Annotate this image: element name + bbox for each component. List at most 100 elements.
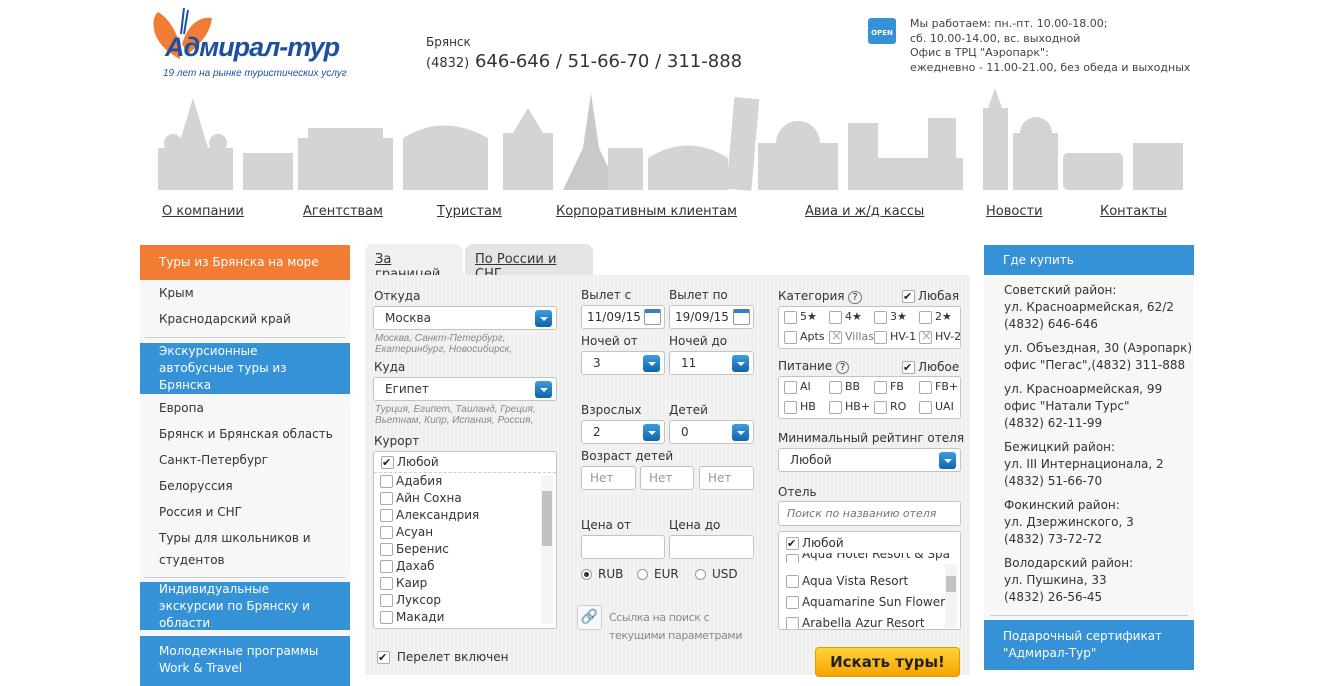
sidebar-bus-tours[interactable]: Экскурсионные автобусные туры из Брянска — [140, 343, 350, 394]
to-label: Куда — [374, 360, 406, 374]
hotel-scrollbar[interactable] — [945, 564, 957, 628]
nav-contacts[interactable]: Контакты — [1100, 204, 1167, 219]
sidebar-item-bryansk[interactable]: Брянск и Брянская область — [159, 423, 333, 445]
category-option[interactable]: HV-1 — [874, 330, 916, 344]
address-natali: ул. Красноармейская, 99 офис "Натали Тур… — [1004, 382, 1163, 430]
meal-option[interactable]: UAI — [919, 400, 954, 414]
resort-scrollbar[interactable] — [541, 476, 553, 624]
meal-option[interactable]: AI — [784, 380, 811, 394]
calendar-icon[interactable] — [644, 309, 661, 325]
hotel-item[interactable]: Aqua Hotel Resort & Spa — [786, 553, 950, 563]
date-from-label: Вылет с — [581, 288, 632, 302]
sidebar-individual-tours[interactable]: Индивидуальные экскурсии по Брянску и об… — [140, 582, 350, 630]
address-fokinsky: Фокинский район: ул. Дзержинского, 3 (48… — [1004, 498, 1134, 546]
rating-select[interactable]: Любой — [778, 448, 961, 472]
price-to-label: Цена до — [669, 518, 721, 532]
nights-from-select[interactable]: 3 — [581, 351, 665, 375]
currency-rub[interactable]: RUB — [581, 567, 623, 581]
help-icon[interactable]: ? — [848, 291, 862, 304]
children-select[interactable]: 0 — [669, 420, 754, 444]
calendar-icon[interactable] — [733, 309, 750, 325]
currency-usd[interactable]: USD — [695, 567, 738, 581]
nights-from-label: Ночей от — [581, 334, 638, 348]
meal-label: Питание ? — [778, 359, 850, 374]
sidebar-item-europe[interactable]: Европа — [159, 397, 204, 419]
to-select[interactable]: Египет — [373, 377, 557, 401]
chevron-down-icon — [643, 355, 660, 372]
sidebar-item-spb[interactable]: Санкт-Петербург — [159, 449, 268, 471]
hotel-search-input[interactable] — [778, 501, 961, 526]
child-age-1[interactable]: Нет — [581, 466, 636, 490]
resort-item[interactable]: Каир — [380, 576, 427, 590]
tab-abroad[interactable]: За границей — [365, 244, 463, 282]
search-link[interactable]: Ссылка на поиск с текущими параметрами — [609, 609, 759, 645]
from-select[interactable]: Москва — [373, 306, 557, 330]
adults-select[interactable]: 2 — [581, 420, 665, 444]
category-option[interactable]: 2★ — [919, 310, 952, 324]
category-any[interactable]: Любая — [902, 289, 959, 303]
category-option[interactable]: 5★ — [784, 310, 817, 324]
nav-tickets[interactable]: Авиа и ж/д кассы — [805, 204, 924, 219]
meal-option[interactable]: HB — [784, 400, 816, 414]
meal-option[interactable]: FB+ — [919, 380, 958, 394]
date-to-input[interactable]: 19/09/15 — [669, 305, 754, 329]
child-age-3[interactable]: Нет — [699, 466, 754, 490]
resort-label: Курорт — [374, 434, 420, 448]
tab-russia-cis[interactable]: По России и СНГ — [465, 244, 593, 282]
resort-item[interactable]: Макади — [380, 610, 444, 624]
category-option[interactable]: Apts — [784, 330, 825, 344]
meal-option[interactable]: RO — [874, 400, 906, 414]
hotel-any[interactable]: Любой — [786, 536, 844, 550]
category-option[interactable]: 3★ — [874, 310, 907, 324]
divider — [990, 615, 1188, 616]
nav-news[interactable]: Новости — [986, 204, 1043, 219]
checkbox[interactable] — [381, 456, 394, 469]
hotel-item[interactable]: Arabella Azur Resort — [786, 616, 925, 629]
link-icon[interactable]: 🔗 — [577, 605, 602, 630]
hotel-list: Любой Aqua Hotel Resort & Spa Aqua Vista… — [778, 531, 961, 630]
resort-item[interactable]: Асуан — [380, 525, 433, 539]
chevron-down-icon — [535, 381, 552, 398]
help-icon[interactable]: ? — [836, 361, 850, 374]
nav-agencies[interactable]: Агентствам — [303, 204, 383, 219]
price-to-input[interactable] — [669, 535, 754, 559]
where-to-buy-title: Где купить — [984, 245, 1194, 275]
nav-tourists[interactable]: Туристам — [437, 204, 502, 219]
search-tours-button[interactable]: Искать туры! — [815, 647, 960, 677]
resort-any[interactable]: Любой — [381, 455, 439, 469]
price-from-input[interactable] — [581, 535, 665, 559]
gift-certificate[interactable]: Подарочный сертификат "Адмирал-Тур" — [984, 620, 1194, 670]
date-from-input[interactable]: 11/09/15 — [581, 305, 665, 329]
category-option[interactable]: HV-2 — [919, 330, 961, 344]
meal-any[interactable]: Любое — [902, 360, 959, 374]
nav-corporate[interactable]: Корпоративным клиентам — [556, 204, 737, 219]
sidebar-youth-programs[interactable]: Молодежные программы Work & Travel — [140, 636, 350, 686]
resort-item[interactable]: Александрия — [380, 508, 479, 522]
resort-item[interactable]: Адабия — [380, 474, 442, 488]
flight-included[interactable]: Перелет включен — [377, 650, 509, 664]
slogan: 19 лет на рынке туристических услуг — [163, 68, 347, 79]
resort-item[interactable]: Беренис — [380, 542, 449, 556]
sidebar-item-students[interactable]: Туры для школьников и студентов — [159, 527, 329, 571]
hotel-item[interactable]: Aqua Vista Resort — [786, 574, 908, 588]
category-option[interactable]: 4★ — [829, 310, 862, 324]
meal-option[interactable]: FB — [874, 380, 904, 394]
resort-item[interactable]: Луксор — [380, 593, 441, 607]
child-age-2[interactable]: Нет — [640, 466, 694, 490]
address-volodarsky: Володарский район: ул. Пушкина, 33 (4832… — [1004, 556, 1134, 604]
sidebar-item-russia-cis[interactable]: Россия и СНГ — [159, 501, 242, 523]
resort-item[interactable]: Дахаб — [380, 559, 435, 573]
sidebar-item-crimea[interactable]: Крым — [159, 282, 194, 304]
meal-option[interactable]: HB+ — [829, 400, 870, 414]
category-option[interactable]: Villas — [829, 330, 874, 344]
nights-to-select[interactable]: 11 — [669, 351, 754, 375]
resort-item[interactable]: Айн Сохна — [380, 491, 462, 505]
sidebar-item-krasnodar[interactable]: Краснодарский край — [159, 308, 291, 330]
checkbox[interactable] — [377, 651, 390, 664]
hotel-item[interactable]: Aquamarine Sun Flower R — [786, 595, 946, 609]
meal-option[interactable]: BB — [829, 380, 860, 394]
currency-eur[interactable]: EUR — [637, 567, 679, 581]
nav-about[interactable]: О компании — [162, 204, 244, 219]
sidebar-sea-tours[interactable]: Туры из Брянска на море — [140, 245, 350, 280]
sidebar-item-belarus[interactable]: Белоруссия — [159, 475, 233, 497]
